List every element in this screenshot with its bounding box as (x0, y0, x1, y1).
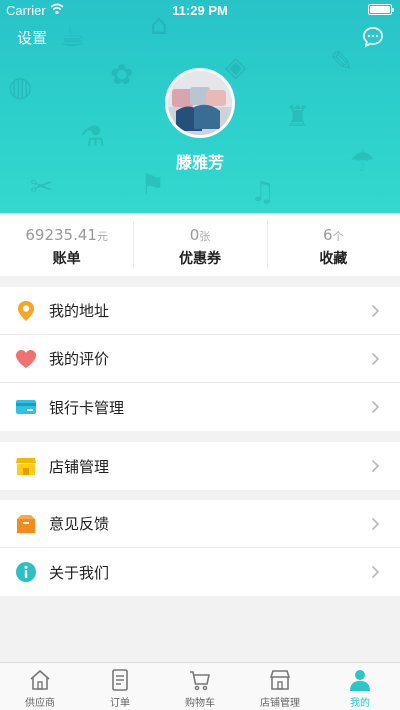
tab-store-management[interactable]: 店铺管理 (240, 663, 320, 710)
tab-label: 店铺管理 (260, 698, 300, 709)
username: 滕雅芳 (175, 153, 224, 172)
decor-icon: ◍ (8, 70, 33, 103)
stat-coupons[interactable]: 0张 优惠券 (133, 213, 266, 276)
avatar-photo (168, 71, 232, 135)
menu-group-account: 我的地址 我的评价 银行卡管理 (0, 287, 400, 431)
clock: 11:29 PM (172, 3, 228, 18)
profile-header: ☕ ⌂ ◍ ✿ ◈ ✎ ♜ ☂ ⚗ ✂ ⚑ ♫ Carrier 11:29 PM… (0, 0, 400, 213)
stat-favorites[interactable]: 6个 收藏 (266, 213, 400, 276)
stat-value: 6 (323, 226, 333, 244)
decor-icon: ☕ (60, 20, 86, 53)
status-bar: Carrier 11:29 PM (0, 0, 400, 20)
menu-group-support: 意见反馈 关于我们 (0, 500, 400, 596)
decor-icon: ✂ (30, 170, 54, 203)
battery-icon (368, 4, 394, 15)
decor-icon: ♫ (250, 175, 276, 208)
store-icon (16, 458, 36, 475)
menu-item-label: 银行卡管理 (49, 398, 125, 417)
tab-label: 我的 (350, 698, 370, 709)
person-icon (350, 670, 370, 691)
bank-card-icon (16, 400, 36, 414)
stat-label: 账单 (52, 251, 81, 267)
chevron-right-icon (371, 565, 380, 579)
decor-icon: ◈ (225, 50, 247, 83)
stat-unit: 元 (96, 230, 108, 243)
document-icon (112, 669, 128, 691)
decor-icon: ✿ (110, 58, 134, 91)
settings-button[interactable]: 设置 (17, 27, 47, 48)
stat-unit: 个 (332, 230, 344, 243)
menu-item-label: 关于我们 (49, 563, 110, 582)
tab-label: 购物车 (185, 698, 215, 709)
stats-bar: 69235.41元 账单 0张 优惠券 6个 收藏 (0, 213, 400, 276)
chevron-right-icon (371, 517, 380, 531)
menu-item-reviews[interactable]: 我的评价 (0, 335, 400, 383)
menu-item-label: 意见反馈 (49, 515, 110, 533)
heart-icon (16, 349, 36, 368)
menu-item-about[interactable]: 关于我们 (0, 548, 400, 596)
tab-cart[interactable]: 购物车 (160, 663, 240, 710)
stat-label: 优惠券 (178, 251, 221, 267)
tab-orders[interactable]: 订单 (80, 663, 160, 710)
decor-icon: ✎ (330, 45, 354, 78)
stat-value: 0 (189, 226, 200, 244)
tab-me[interactable]: 我的 (320, 663, 400, 710)
chevron-right-icon (371, 352, 380, 366)
stat-label: 收藏 (319, 251, 348, 267)
decor-icon: ♜ (285, 100, 311, 133)
cart-icon (190, 671, 210, 691)
chevron-right-icon (371, 400, 380, 414)
stat-bill[interactable]: 69235.41元 账单 (0, 213, 133, 276)
tab-label: 订单 (110, 698, 130, 709)
storefront-icon (269, 670, 291, 690)
tab-suppliers[interactable]: 供应商 (0, 663, 80, 710)
stat-value: 69235.41 (25, 226, 97, 244)
menu-item-bank-cards[interactable]: 银行卡管理 (0, 383, 400, 431)
chevron-right-icon (371, 304, 380, 318)
message-icon[interactable] (362, 26, 384, 48)
location-pin-icon (18, 300, 34, 321)
feedback-box-icon (17, 514, 35, 533)
stat-unit: 张 (199, 230, 211, 243)
menu-item-feedback[interactable]: 意见反馈 (0, 500, 400, 548)
tab-bar: 供应商 订单 购物车 店铺管理 我的 (0, 662, 400, 710)
menu-item-store-management[interactable]: 店铺管理 (0, 442, 400, 490)
menu-item-address[interactable]: 我的地址 (0, 287, 400, 335)
tab-label: 供应商 (25, 698, 55, 709)
menu-item-label: 我的评价 (49, 350, 110, 368)
avatar[interactable] (165, 68, 235, 138)
menu-item-label: 我的地址 (49, 302, 110, 320)
menu-item-label: 店铺管理 (49, 457, 110, 476)
home-icon (30, 669, 50, 690)
chevron-right-icon (371, 459, 380, 473)
menu-group-store: 店铺管理 (0, 442, 400, 490)
info-icon (16, 562, 36, 582)
